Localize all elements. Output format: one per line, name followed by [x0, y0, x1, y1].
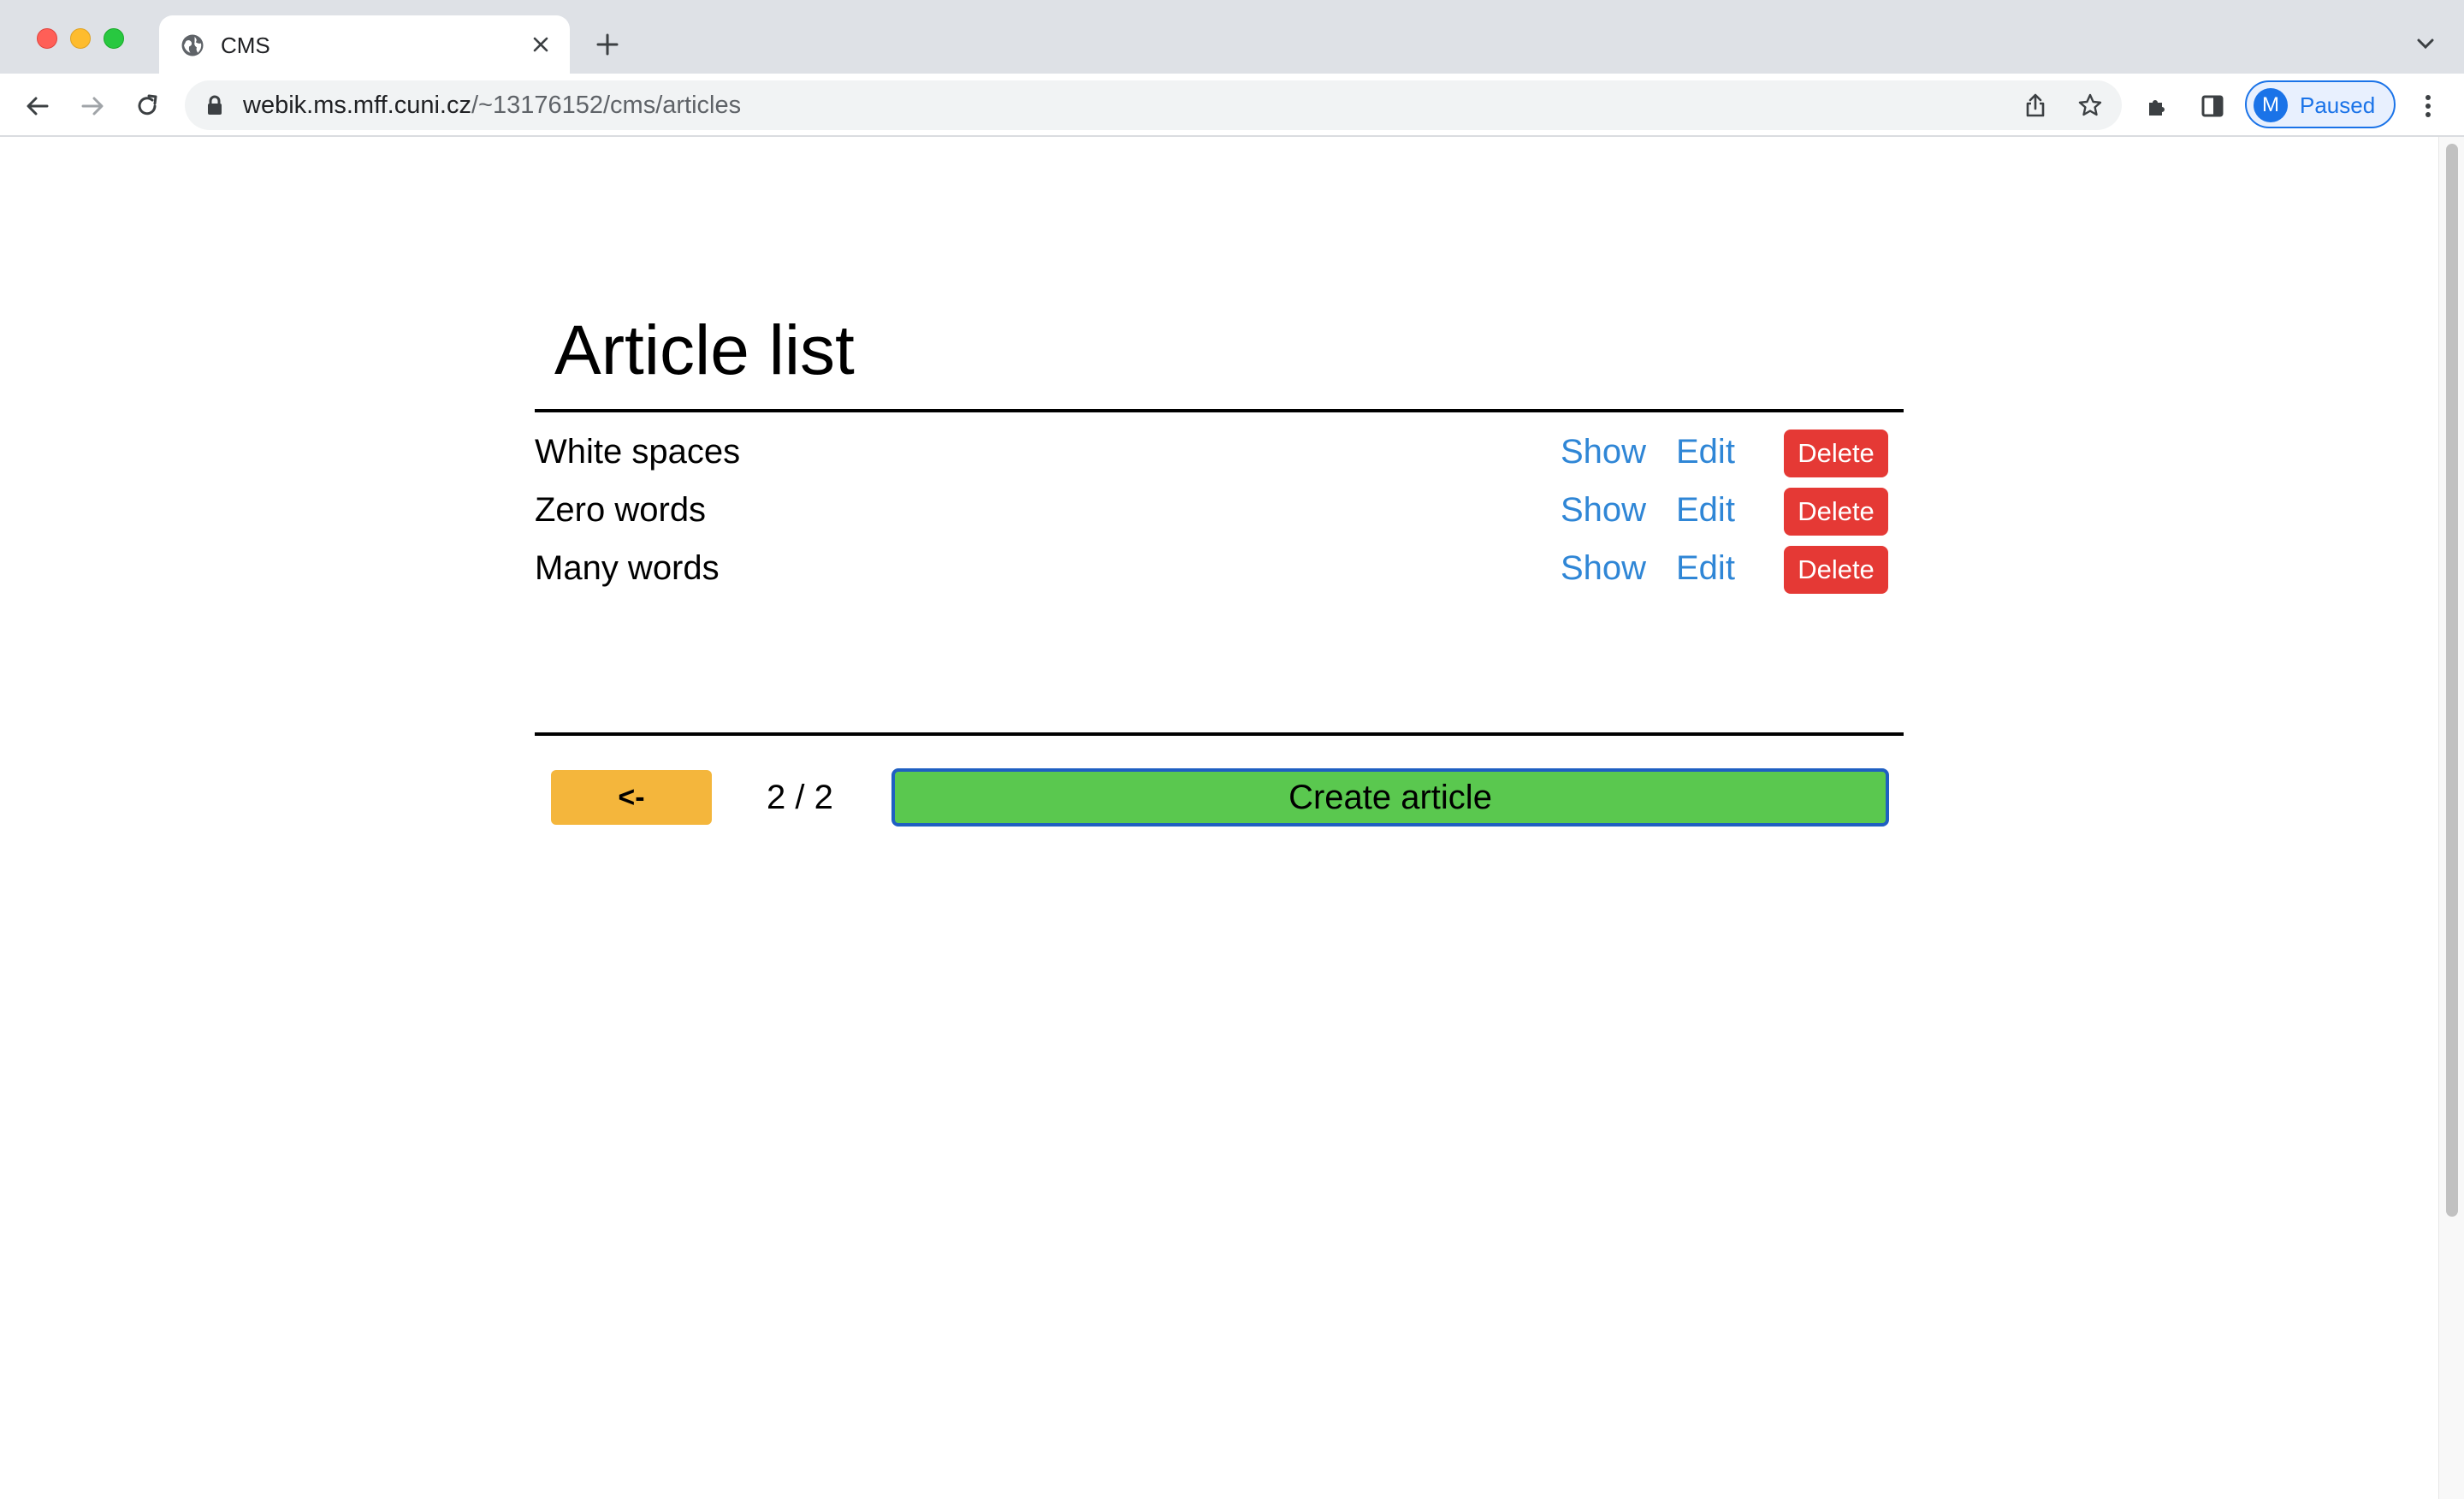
show-link[interactable]: Show [1561, 548, 1646, 589]
article-row: Many words Show Edit Delete [535, 539, 1904, 597]
url-path: /~13176152/cms/articles [471, 92, 742, 119]
profile-status: Paused [2300, 92, 2376, 118]
page-viewport: Article list White spaces Show Edit Dele… [0, 137, 2464, 1499]
list-top-divider [535, 409, 1904, 412]
globe-icon [181, 34, 204, 56]
window-zoom-button[interactable] [104, 28, 124, 49]
previous-page-button[interactable]: <- [551, 770, 712, 825]
side-panel-icon[interactable] [2195, 89, 2230, 123]
extensions-icon[interactable] [2141, 89, 2175, 123]
more-icon[interactable] [2411, 89, 2445, 123]
delete-button[interactable]: Delete [1784, 546, 1888, 594]
star-icon[interactable] [2076, 91, 2105, 120]
article-row: White spaces Show Edit Delete [535, 423, 1904, 481]
show-link[interactable]: Show [1561, 489, 1646, 530]
address-bar[interactable]: webik.ms.mff.cuni.cz/~13176152/cms/artic… [185, 80, 2122, 130]
tab-strip: CMS [0, 0, 2464, 74]
browser-tab[interactable]: CMS [159, 15, 570, 74]
back-icon[interactable] [21, 89, 55, 123]
tab-title: CMS [221, 33, 270, 58]
edit-link[interactable]: Edit [1676, 489, 1735, 530]
page-indicator: 2 / 2 [767, 779, 833, 816]
article-title: Many words [535, 549, 720, 587]
window-minimize-button[interactable] [70, 28, 91, 49]
lock-icon [208, 95, 222, 115]
url-host: webik.ms.mff.cuni.cz [243, 92, 471, 119]
avatar: M [2254, 88, 2288, 122]
close-icon[interactable] [527, 31, 554, 58]
share-icon[interactable] [2021, 91, 2050, 120]
forward-icon[interactable] [75, 89, 110, 123]
delete-button[interactable]: Delete [1784, 488, 1888, 536]
browser-toolbar: webik.ms.mff.cuni.cz/~13176152/cms/artic… [0, 74, 2464, 137]
chevron-down-icon[interactable] [2411, 29, 2440, 58]
edit-link[interactable]: Edit [1676, 431, 1735, 472]
show-link[interactable]: Show [1561, 431, 1646, 472]
delete-button[interactable]: Delete [1784, 430, 1888, 477]
article-title: Zero words [535, 491, 707, 529]
article-title: White spaces [535, 433, 741, 471]
create-article-button[interactable]: Create article [891, 768, 1889, 827]
scrollbar-thumb[interactable] [2446, 144, 2458, 1217]
edit-link[interactable]: Edit [1676, 548, 1735, 589]
page-title: Article list [554, 311, 855, 389]
article-row: Zero words Show Edit Delete [535, 481, 1904, 539]
reload-icon[interactable] [130, 89, 164, 123]
vertical-scrollbar[interactable] [2438, 137, 2464, 1499]
plus-icon[interactable] [592, 29, 623, 60]
window-close-button[interactable] [37, 28, 57, 49]
list-bottom-divider [535, 732, 1904, 736]
url-text: webik.ms.mff.cuni.cz/~13176152/cms/artic… [243, 92, 741, 118]
profile-button[interactable]: M Paused [2245, 80, 2396, 128]
